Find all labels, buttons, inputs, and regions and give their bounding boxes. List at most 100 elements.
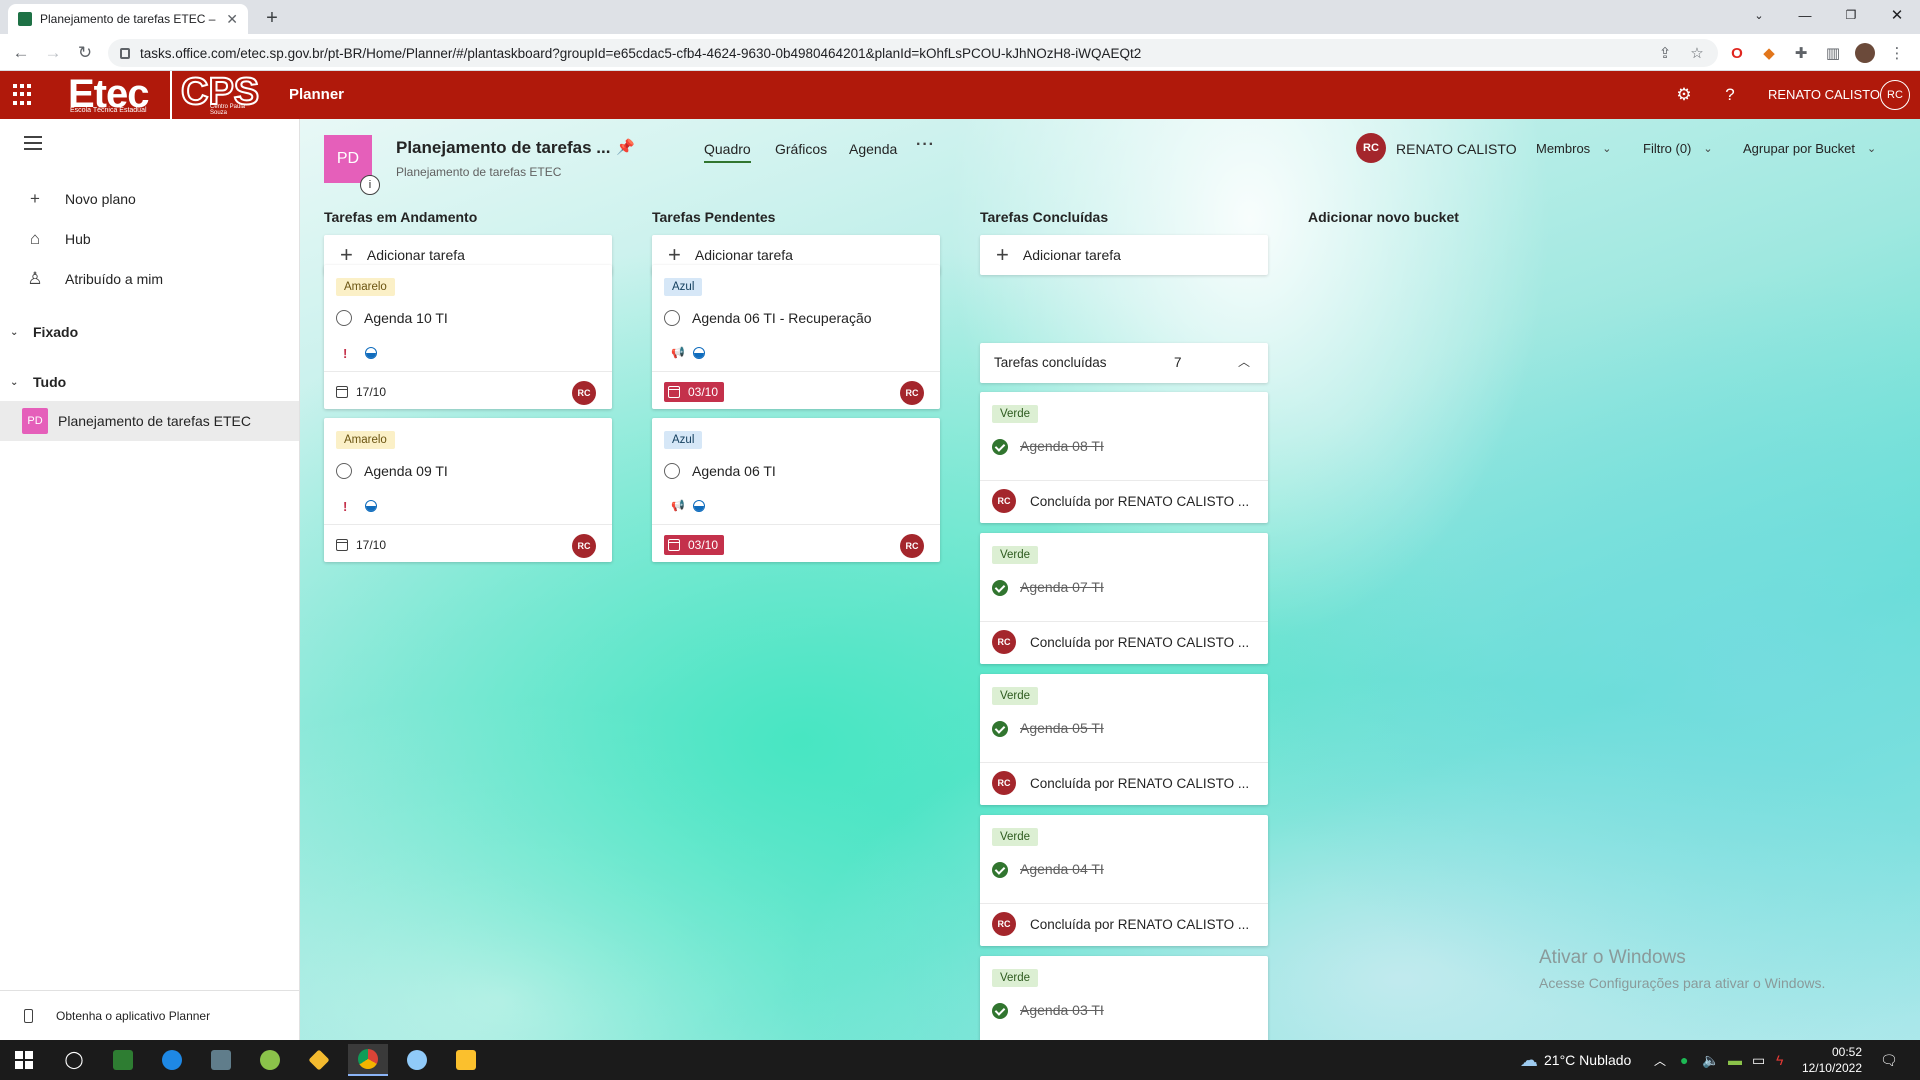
task-title[interactable]: Agenda 08 TI xyxy=(1020,438,1104,454)
add-task-button[interactable]: + Adicionar tarefa xyxy=(980,235,1268,275)
app-name[interactable]: Planner xyxy=(289,86,344,103)
nav-plan-item[interactable]: PD Planejamento de tarefas ETEC xyxy=(0,401,299,441)
bucket-title[interactable]: Tarefas Concluídas xyxy=(980,199,1268,235)
assignee-avatar[interactable]: RC xyxy=(572,381,596,405)
completed-task-card[interactable]: Verde Agenda 04 TI RC Concluída por RENA… xyxy=(980,815,1268,946)
tab-board[interactable]: Quadro xyxy=(704,141,751,163)
task-title[interactable]: Agenda 06 TI - Recuperação xyxy=(692,310,872,326)
assignee-avatar[interactable]: RC xyxy=(900,381,924,405)
complete-task-checkbox[interactable] xyxy=(664,310,680,326)
header-avatar[interactable]: RC xyxy=(1880,80,1910,110)
completed-task-card[interactable]: Verde Agenda 07 TI RC Concluída por RENA… xyxy=(980,533,1268,664)
settings-gear-icon[interactable]: ⚙ xyxy=(1672,83,1696,107)
bookmark-star-icon[interactable]: ☆ xyxy=(1686,42,1708,64)
nav-section-pinned[interactable]: ⌄ Fixado xyxy=(0,317,299,347)
browser-tab[interactable]: Planejamento de tarefas ETEC – P ✕ xyxy=(8,4,248,34)
assignee-avatar[interactable]: RC xyxy=(900,534,924,558)
etec-logo[interactable]: Etec Escola Técnica Estadual xyxy=(54,71,172,119)
close-window-button[interactable]: ✕ xyxy=(1874,0,1920,30)
header-user-name[interactable]: RENATO CALISTO xyxy=(1768,87,1880,102)
profile-avatar-icon[interactable] xyxy=(1854,42,1876,64)
tab-search-icon[interactable]: ⌄ xyxy=(1736,0,1782,30)
url-field[interactable]: tasks.office.com/etec.sp.gov.br/pt-BR/Ho… xyxy=(108,39,1718,67)
help-icon[interactable]: ? xyxy=(1718,83,1742,107)
chrome-menu-icon[interactable]: ⋮ xyxy=(1886,42,1908,64)
plan-subtitle[interactable]: Planejamento de tarefas ETEC xyxy=(396,165,561,179)
get-app-link[interactable]: Obtenha o aplicativo Planner xyxy=(0,990,299,1040)
weather-widget[interactable]: ☁ 21°C Nublado xyxy=(1520,1040,1631,1080)
task-title[interactable]: Agenda 07 TI xyxy=(1020,579,1104,595)
minimize-button[interactable]: — xyxy=(1782,0,1828,30)
member-avatar[interactable]: RC xyxy=(1356,133,1386,163)
complete-task-checkbox[interactable] xyxy=(336,463,352,479)
binance-icon[interactable] xyxy=(299,1044,339,1076)
nav-item-hub[interactable]: ⌂ Hub xyxy=(0,222,299,256)
spotify-icon[interactable]: ● xyxy=(1680,1040,1688,1080)
share-icon[interactable]: ⇪ xyxy=(1654,42,1676,64)
pin-icon[interactable]: 📌 xyxy=(616,138,635,156)
new-tab-button[interactable]: + xyxy=(258,5,286,31)
add-bucket-button[interactable]: Adicionar novo bucket xyxy=(1308,199,1596,235)
chrome-icon[interactable] xyxy=(348,1044,388,1076)
power-icon[interactable]: ϟ xyxy=(1776,1040,1783,1080)
nav-item-assigned-to-me[interactable]: ♙ Atribuído a mim xyxy=(0,262,299,296)
app-launcher-icon[interactable] xyxy=(13,84,35,106)
collapse-nav-menu-icon[interactable] xyxy=(24,136,42,154)
group-by-dropdown[interactable]: Agrupar por Bucket ⌄ xyxy=(1743,141,1876,156)
completed-task-card[interactable]: Verde Agenda 05 TI RC Concluída por RENA… xyxy=(980,674,1268,805)
complete-task-checkbox[interactable] xyxy=(336,310,352,326)
member-name[interactable]: RENATO CALISTO xyxy=(1396,141,1517,157)
completed-check-icon[interactable] xyxy=(992,580,1008,596)
task-title[interactable]: Agenda 05 TI xyxy=(1020,720,1104,736)
nav-item-new-plan[interactable]: + Novo plano xyxy=(0,182,299,216)
notifications-icon[interactable]: 🗨 xyxy=(1880,1040,1898,1080)
assignee-avatar[interactable]: RC xyxy=(572,534,596,558)
filter-dropdown[interactable]: Filtro (0) ⌄ xyxy=(1643,141,1713,156)
tray-app-icon[interactable]: ▬ xyxy=(1728,1040,1742,1080)
restore-button[interactable]: ❐ xyxy=(1828,0,1874,30)
nav-section-all[interactable]: ⌄ Tudo xyxy=(0,367,299,397)
task-card[interactable]: Azul Agenda 06 TI - Recuperação 📢 03/10 … xyxy=(652,265,940,409)
close-tab-icon[interactable]: ✕ xyxy=(226,11,238,28)
task-card[interactable]: Amarelo Agenda 09 TI ! 17/10 RC xyxy=(324,418,612,562)
reload-button[interactable]: ↻ xyxy=(72,40,98,66)
taskbar-clock[interactable]: 00:52 12/10/2022 xyxy=(1792,1044,1862,1076)
side-panel-icon[interactable]: ▥ xyxy=(1822,42,1844,64)
windows-start-icon[interactable] xyxy=(4,1044,44,1076)
completed-tasks-toggle[interactable]: Tarefas concluídas 7 ︿ xyxy=(980,343,1268,383)
more-options-icon[interactable]: ··· xyxy=(916,136,935,154)
back-button[interactable]: ← xyxy=(8,40,34,66)
cortana-icon[interactable]: ◯ xyxy=(54,1044,94,1076)
members-dropdown[interactable]: Membros ⌄ xyxy=(1536,141,1611,156)
info-icon[interactable]: i xyxy=(360,175,380,195)
completed-check-icon[interactable] xyxy=(992,862,1008,878)
completed-check-icon[interactable] xyxy=(992,721,1008,737)
bucket-title[interactable]: Tarefas em Andamento xyxy=(324,199,612,235)
task-card[interactable]: Azul Agenda 06 TI 📢 03/10 RC xyxy=(652,418,940,562)
volume-icon[interactable]: 🔈 xyxy=(1702,1040,1719,1080)
tab-schedule[interactable]: Agenda xyxy=(849,141,897,157)
task-title[interactable]: Agenda 04 TI xyxy=(1020,861,1104,877)
completed-task-card[interactable]: Verde Agenda 03 TI RC xyxy=(980,956,1268,1040)
network-icon[interactable]: ▭ xyxy=(1752,1040,1765,1080)
app-icon-green[interactable] xyxy=(103,1044,143,1076)
completed-check-icon[interactable] xyxy=(992,439,1008,455)
extensions-puzzle-icon[interactable]: ✚ xyxy=(1790,42,1812,64)
task-title[interactable]: Agenda 03 TI xyxy=(1020,1002,1104,1018)
metamask-extension-icon[interactable]: ◆ xyxy=(1758,42,1780,64)
tab-charts[interactable]: Gráficos xyxy=(775,141,827,157)
completed-task-card[interactable]: Verde Agenda 08 TI RC Concluída por RENA… xyxy=(980,392,1268,523)
complete-task-checkbox[interactable] xyxy=(664,463,680,479)
app-icon-blue[interactable] xyxy=(152,1044,192,1076)
file-explorer-icon[interactable] xyxy=(446,1044,486,1076)
task-title[interactable]: Agenda 10 TI xyxy=(364,310,448,326)
task-title[interactable]: Agenda 09 TI xyxy=(364,463,448,479)
app-icon-paint[interactable] xyxy=(397,1044,437,1076)
bucket-title[interactable]: Tarefas Pendentes xyxy=(652,199,940,235)
opera-extension-icon[interactable]: O xyxy=(1726,42,1748,64)
forward-button[interactable]: → xyxy=(40,40,66,66)
plan-title[interactable]: Planejamento de tarefas ... xyxy=(396,138,610,158)
app-icon-game[interactable] xyxy=(250,1044,290,1076)
task-card[interactable]: Amarelo Agenda 10 TI ! 17/10 RC xyxy=(324,265,612,409)
tray-chevron-up-icon[interactable]: ︿ xyxy=(1654,1040,1666,1080)
